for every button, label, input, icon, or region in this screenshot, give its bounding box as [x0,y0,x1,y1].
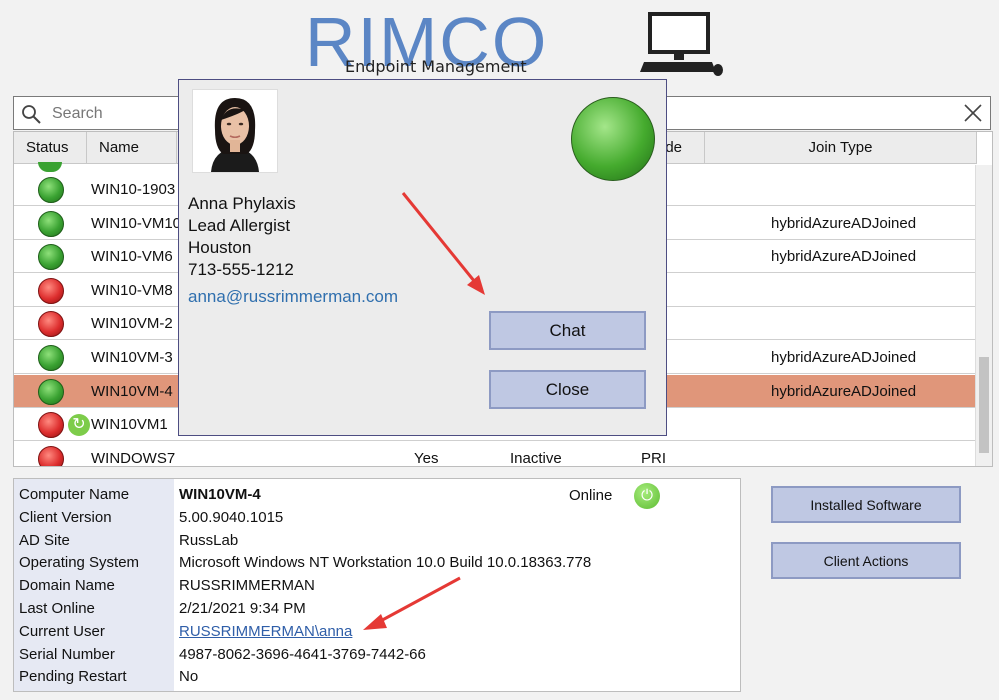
detail-value: No [179,668,199,686]
detail-row: Operating System Microsoft Windows NT Wor… [14,551,740,574]
column-header-join-type[interactable]: Join Type [705,132,977,164]
presence-status-icon [571,97,655,181]
detail-value: Microsoft Windows NT Workstation 10.0 Bu… [179,554,592,572]
cell-col4: Inactive [510,449,562,467]
cell-join-type: hybridAzureADJoined [771,382,917,400]
detail-row: AD Site RussLab [14,529,740,552]
detail-label: Computer Name [19,486,130,503]
detail-value: 4987-8062-3696-4641-3769-7442-66 [179,645,426,663]
contact-email-link[interactable]: anna@russrimmerman.com [188,286,398,308]
status-red-icon [38,311,64,338]
avatar [192,89,278,173]
detail-label: Pending Restart [19,668,127,686]
detail-label: Domain Name [19,577,115,595]
detail-label: Client Version [19,508,112,526]
cell-join-type: hybridAzureADJoined [771,214,917,232]
detail-value: WIN10VM-4 [179,486,261,503]
detail-label: Last Online [19,600,95,617]
detail-value[interactable]: RUSSRIMMERMAN\anna [179,620,352,643]
detail-value: 2/21/2021 9:34 PM [179,600,306,617]
chat-button[interactable]: Chat [489,311,646,350]
close-button[interactable]: Close [489,370,646,409]
contact-phone: 713-555-1212 [188,260,294,279]
online-status-label: Online [569,487,613,504]
contact-name: Anna Phylaxis [188,194,296,213]
cell-name: WIN10VM-4 [91,382,173,400]
detail-row: Domain Name RUSSRIMMERMAN [14,574,740,597]
cell-name: WIN10VM-2 [91,315,173,333]
table-row[interactable]: WINDOWS7 Yes Inactive PRI [14,442,977,467]
client-actions-button[interactable]: Client Actions [771,542,961,579]
cell-name: WIN10-VM10 [91,214,182,232]
status-green-icon [38,210,64,237]
power-icon: ⏻ [634,483,660,509]
close-icon[interactable] [962,102,984,124]
status-green-icon [38,345,64,371]
cell-name: WIN10-VM8 [91,281,173,299]
detail-label: AD Site [19,531,70,549]
cell-name: WIN10VM1 [91,416,168,434]
contact-dialog: Anna Phylaxis Lead Allergist Houston 713… [178,79,667,436]
status-red-icon [38,445,64,466]
status-red-icon [38,277,64,304]
detail-row: Current User RUSSRIMMERMAN\anna [14,620,740,643]
refresh-icon[interactable]: ↻ [68,414,90,437]
cell-name: WINDOWS7 [91,449,176,467]
cell-name: WIN10-1903 [91,181,176,198]
vertical-scrollbar[interactable] [975,165,992,466]
detail-row: Computer Name WIN10VM-4 [14,483,740,506]
search-icon [22,105,41,124]
detail-row: Client Version 5.00.9040.1015 [14,506,740,529]
details-panel: Computer Name WIN10VM-4 Client Version 5.00… [13,478,741,692]
column-header-name[interactable]: Name [87,132,177,164]
contact-title: Lead Allergist [188,216,291,235]
cell-col3: Yes [414,449,439,467]
detail-label: Current User [19,622,105,640]
contact-city: Houston [188,238,252,257]
status-green-icon [38,378,64,405]
status-green-icon [38,177,64,203]
status-red-icon [38,412,64,439]
app-subtitle: Endpoint Management [345,57,527,76]
detail-value: RussLab [179,531,239,549]
detail-row: Last Online 2/21/2021 9:34 PM [14,597,740,620]
column-header-status[interactable]: Status [14,132,87,164]
installed-software-button[interactable]: Installed Software [771,486,961,523]
detail-value: RUSSRIMMERMAN [179,577,315,595]
cell-col5: PRI [641,449,667,467]
status-green-icon [38,244,64,271]
cell-join-type: hybridAzureADJoined [771,248,917,266]
status-dot-partial [38,162,62,172]
computer-icon [640,12,723,76]
scroll-thumb[interactable] [979,357,989,453]
cell-join-type: hybridAzureADJoined [771,349,917,366]
detail-row: Pending Restart No [14,665,740,688]
detail-label: Operating System [19,554,140,572]
cell-name: WIN10VM-3 [91,349,173,366]
cell-name: WIN10-VM6 [91,248,173,266]
detail-value: 5.00.9040.1015 [179,508,284,526]
detail-row: Serial Number 4987-8062-3696-4641-3769-74… [14,643,740,666]
detail-label: Serial Number [19,645,115,663]
